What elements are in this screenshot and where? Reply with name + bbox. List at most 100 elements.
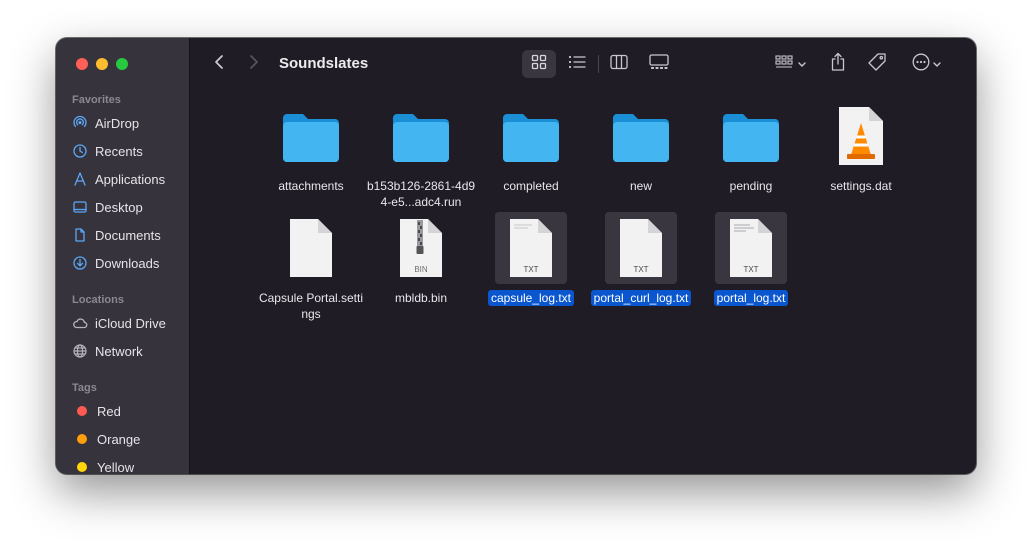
file-name: attachments [278, 179, 344, 193]
folder-icon [495, 100, 567, 172]
blank-document-icon [275, 212, 347, 284]
folder-icon [715, 100, 787, 172]
toolbar-divider [598, 55, 599, 73]
file-item-portal-log[interactable]: portal_log.txt [696, 212, 806, 306]
share-icon [830, 52, 846, 77]
tags-header: Tags [72, 382, 97, 394]
tag-button[interactable] [863, 50, 891, 78]
sidebar-item-label: Yellow [97, 459, 135, 475]
desktop-icon [72, 199, 88, 215]
finder-window: Favorites AirDrop Recents Applications D… [56, 38, 976, 474]
toolbar: Soundslates [191, 38, 976, 90]
vlc-document-icon [825, 100, 897, 172]
text-document-icon [715, 212, 787, 284]
sidebar-item-label: Downloads [95, 255, 160, 271]
sidebar-item-label: Red [97, 403, 121, 419]
folder-icon [385, 100, 457, 172]
binary-document-icon [385, 212, 457, 284]
sidebar-item-label: Recents [95, 143, 143, 159]
tag-icon [867, 52, 887, 77]
forward-button[interactable] [243, 52, 265, 76]
list-view-button[interactable] [560, 50, 594, 78]
group-grid-icon [774, 54, 795, 74]
chevron-right-icon [249, 54, 259, 75]
sidebar-item-tag-yellow[interactable]: Yellow [72, 456, 184, 474]
download-icon [72, 255, 88, 271]
file-item-run-folder[interactable]: b153b126-2861-4d94-e5...adc4.run [366, 100, 476, 210]
favorites-header: Favorites [72, 94, 121, 106]
red-tag-dot [77, 406, 87, 416]
sidebar-item-tag-orange[interactable]: Orange [72, 428, 184, 450]
file-name: b153b126-2861-4d94-e5...adc4.run [366, 179, 476, 209]
ellipsis-circle-icon [912, 53, 930, 76]
file-name: portal_curl_log.txt [586, 290, 696, 306]
file-item-attachments[interactable]: attachments [256, 100, 366, 194]
file-item-settings-dat[interactable]: settings.dat [806, 100, 916, 194]
sidebar-item-tag-red[interactable]: Red [72, 400, 184, 422]
file-item-pending[interactable]: pending [696, 100, 806, 194]
file-name: pending [729, 179, 773, 193]
globe-icon [72, 343, 88, 359]
columns-icon [610, 54, 628, 75]
sidebar-item-label: Documents [95, 227, 161, 243]
folder-icon [605, 100, 677, 172]
sidebar-item-label: Applications [95, 171, 166, 187]
document-icon [72, 227, 88, 243]
sidebar-item-applications[interactable]: Applications [72, 168, 184, 190]
file-name: capsule_log.txt [476, 290, 586, 306]
sidebar-item-label: AirDrop [95, 115, 140, 131]
applications-icon [72, 171, 88, 187]
window-title: Soundslates [279, 55, 369, 72]
folder-icon [275, 100, 347, 172]
orange-tag-dot [77, 434, 87, 444]
sidebar-item-downloads[interactable]: Downloads [72, 252, 184, 274]
chevron-left-icon [214, 54, 224, 75]
share-button[interactable] [825, 50, 851, 78]
close-window-button[interactable] [76, 58, 88, 70]
sidebar-item-recents[interactable]: Recents [72, 140, 184, 162]
zoom-window-button[interactable] [116, 58, 128, 70]
sidebar: Favorites AirDrop Recents Applications D… [56, 38, 190, 474]
clock-icon [72, 143, 88, 159]
sidebar-item-label: Desktop [95, 199, 143, 215]
cloud-icon [72, 315, 88, 331]
chevron-down-icon [797, 55, 806, 73]
file-item-portal-curl-log[interactable]: portal_curl_log.txt [586, 212, 696, 306]
file-item-mbldb-bin[interactable]: mbldb.bin [366, 212, 476, 306]
file-name: mbldb.bin [394, 291, 448, 305]
minimize-window-button[interactable] [96, 58, 108, 70]
file-item-capsule-log[interactable]: capsule_log.txt [476, 212, 586, 306]
file-name: portal_log.txt [696, 290, 806, 306]
chevron-down-icon [932, 55, 941, 73]
file-name: Capsule Portal.settings [258, 291, 364, 321]
list-icon [568, 54, 586, 75]
file-item-capsule-portal-settings[interactable]: Capsule Portal.settings [256, 212, 366, 322]
text-document-icon [605, 212, 677, 284]
icon-view-button[interactable] [522, 50, 556, 78]
sidebar-item-label: Orange [97, 431, 141, 447]
file-item-new[interactable]: new [586, 100, 696, 194]
airdrop-icon [72, 115, 88, 131]
sidebar-item-airdrop[interactable]: AirDrop [72, 112, 184, 134]
main-content: Soundslates attachments b153b126-2861-4d… [191, 38, 976, 474]
file-name: completed [503, 179, 559, 193]
gallery-icon [649, 53, 669, 75]
file-name: new [629, 179, 652, 193]
gallery-view-button[interactable] [640, 50, 678, 78]
locations-header: Locations [72, 294, 124, 306]
sidebar-item-network[interactable]: Network [72, 340, 184, 362]
grid-icon [531, 54, 547, 75]
yellow-tag-dot [77, 462, 87, 472]
back-button[interactable] [208, 52, 230, 76]
group-by-button[interactable] [769, 50, 811, 78]
text-document-icon [495, 212, 567, 284]
file-name: settings.dat [830, 179, 892, 193]
sidebar-item-label: Network [95, 343, 143, 359]
sidebar-item-icloud-drive[interactable]: iCloud Drive [72, 312, 184, 334]
more-actions-button[interactable] [906, 50, 946, 78]
sidebar-item-desktop[interactable]: Desktop [72, 196, 184, 218]
column-view-button[interactable] [602, 50, 636, 78]
file-item-completed[interactable]: completed [476, 100, 586, 194]
sidebar-item-documents[interactable]: Documents [72, 224, 184, 246]
sidebar-item-label: iCloud Drive [95, 315, 166, 331]
